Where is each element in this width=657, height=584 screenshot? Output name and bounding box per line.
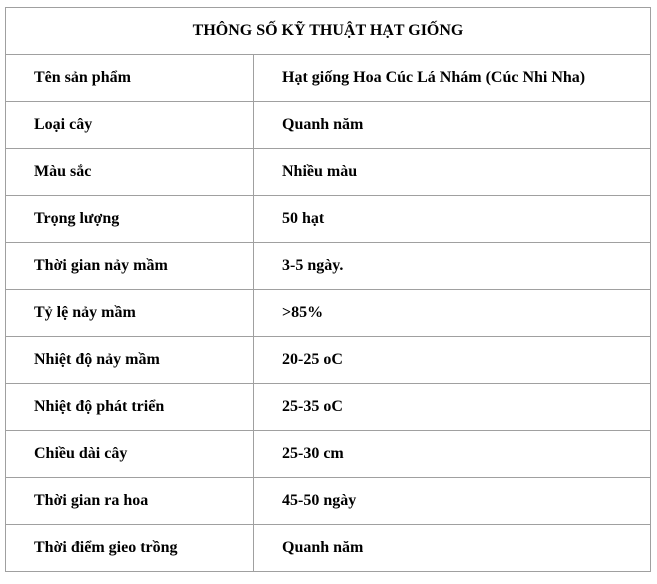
- row-label: Trọng lượng: [5, 195, 254, 243]
- row-label: Màu sắc: [5, 148, 254, 196]
- row-label: Thời gian ra hoa: [5, 477, 254, 525]
- table-title: THÔNG SỐ KỸ THUẬT HẠT GIỐNG: [4, 7, 652, 55]
- table-row: Nhiệt độ phát triển 25-35 oC: [5, 383, 652, 431]
- table-row: Màu sắc Nhiều màu: [5, 148, 652, 196]
- row-value: 25-35 oC: [252, 383, 652, 431]
- row-label: Thời điểm gieo trồng: [5, 524, 254, 572]
- row-value: Hạt giống Hoa Cúc Lá Nhám (Cúc Nhi Nha): [252, 54, 652, 102]
- row-label: Chiều dài cây: [5, 430, 254, 478]
- row-value: 20-25 oC: [252, 336, 652, 384]
- table-row: Loại cây Quanh năm: [5, 101, 652, 149]
- table-row: Nhiệt độ nảy mầm 20-25 oC: [5, 336, 652, 384]
- row-value: Nhiều màu: [252, 148, 652, 196]
- row-value: 45-50 ngày: [252, 477, 652, 525]
- row-label: Loại cây: [5, 101, 254, 149]
- table-row: Chiều dài cây 25-30 cm: [5, 430, 652, 478]
- row-label: Tỷ lệ nảy mầm: [5, 289, 254, 337]
- table-row: Thời điểm gieo trồng Quanh năm: [5, 524, 652, 572]
- row-label: Thời gian nảy mầm: [5, 242, 254, 290]
- row-value: 3-5 ngày.: [252, 242, 652, 290]
- row-label: Nhiệt độ nảy mầm: [5, 336, 254, 384]
- table-row: Tên sản phẩm Hạt giống Hoa Cúc Lá Nhám (…: [5, 54, 652, 102]
- table-row: Thời gian nảy mầm 3-5 ngày.: [5, 242, 652, 290]
- table-row: Tỷ lệ nảy mầm >85%: [5, 289, 652, 337]
- table-row: Trọng lượng 50 hạt: [5, 195, 652, 243]
- table-row: Thời gian ra hoa 45-50 ngày: [5, 477, 652, 525]
- row-value: Quanh năm: [252, 101, 652, 149]
- row-label: Tên sản phẩm: [5, 54, 254, 102]
- spec-table: THÔNG SỐ KỸ THUẬT HẠT GIỐNG Tên sản phẩm…: [4, 7, 652, 572]
- row-label: Nhiệt độ phát triển: [5, 383, 254, 431]
- row-value: Quanh năm: [252, 524, 652, 572]
- row-value: 50 hạt: [252, 195, 652, 243]
- row-value: 25-30 cm: [252, 430, 652, 478]
- row-value: >85%: [252, 289, 652, 337]
- table-title-row: THÔNG SỐ KỸ THUẬT HẠT GIỐNG: [4, 7, 652, 55]
